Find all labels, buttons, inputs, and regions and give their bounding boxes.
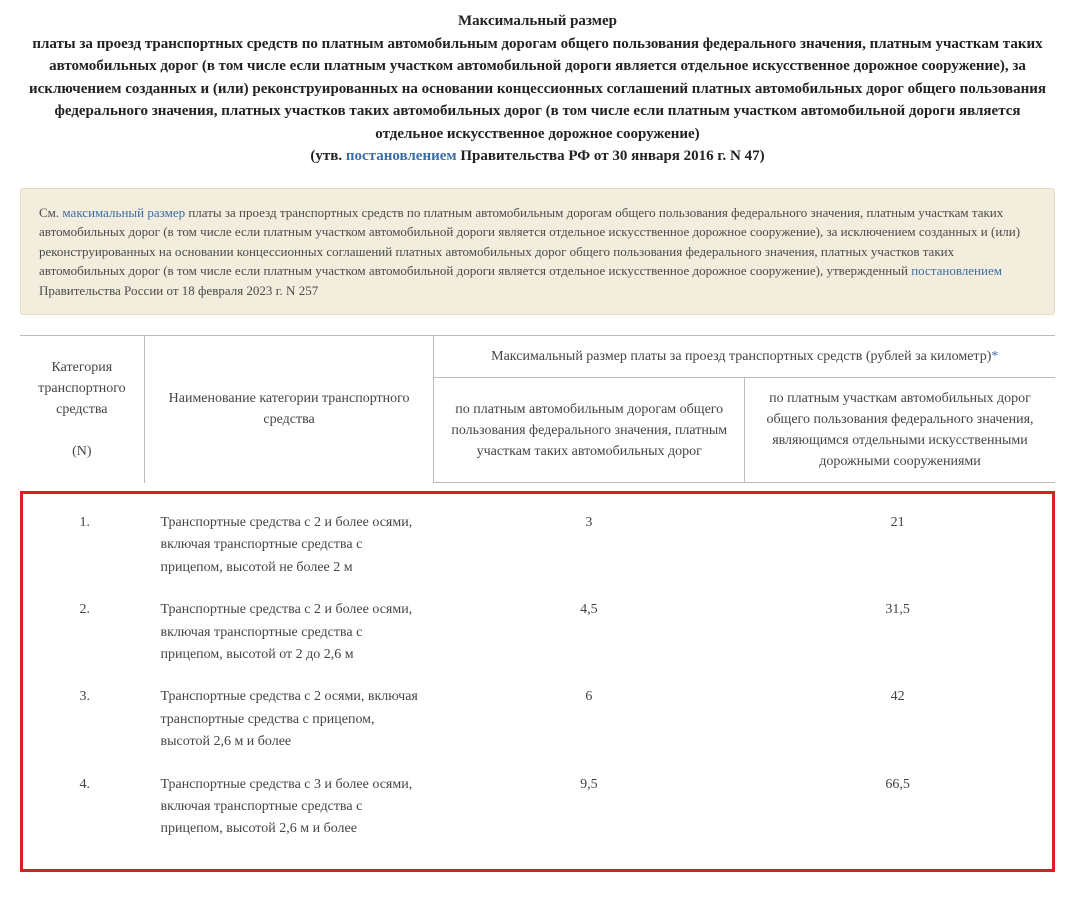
header-category-name: Наименование категории транспортного сре… xyxy=(144,336,434,483)
cell-name: Транспортные средства с 2 и более осями,… xyxy=(146,502,434,589)
table-row: 1. Транспортные средства с 2 и более ося… xyxy=(23,502,1052,589)
cell-n: 4. xyxy=(23,764,146,851)
decree-2023-link[interactable]: постановлением xyxy=(911,263,1002,278)
cell-name: Транспортные средства с 2 и более осями,… xyxy=(146,589,434,676)
highlighted-data-box: 1. Транспортные средства с 2 и более ося… xyxy=(20,491,1055,872)
cell-n: 1. xyxy=(23,502,146,589)
header-category-n: Категория транспортного средства (N) xyxy=(20,336,144,483)
table-row: 2. Транспортные средства с 2 и более ося… xyxy=(23,589,1052,676)
cell-name: Транспортные средства с 3 и более осями,… xyxy=(146,764,434,851)
cell-v1: 4,5 xyxy=(435,589,744,676)
table-row: 3. Транспортные средства с 2 осями, вклю… xyxy=(23,676,1052,763)
cell-v1: 6 xyxy=(435,676,744,763)
header-sub2: по платным участкам автомобильных дорог … xyxy=(744,378,1055,483)
cell-v2: 21 xyxy=(743,502,1052,589)
decree-link[interactable]: постановлением xyxy=(346,148,457,164)
cell-v2: 42 xyxy=(743,676,1052,763)
tariff-table: Категория транспортного средства (N) Наи… xyxy=(20,335,1055,483)
cell-v1: 3 xyxy=(435,502,744,589)
cell-n: 3. xyxy=(23,676,146,763)
cell-v1: 9,5 xyxy=(435,764,744,851)
footnote-star[interactable]: * xyxy=(991,349,998,364)
max-size-link[interactable]: максимальный размер xyxy=(62,205,185,220)
title-line3: (утв. постановлением Правительства РФ от… xyxy=(20,145,1055,168)
cell-v2: 31,5 xyxy=(743,589,1052,676)
cell-n: 2. xyxy=(23,589,146,676)
table-row: 4. Транспортные средства с 3 и более ося… xyxy=(23,764,1052,851)
reference-note: См. максимальный размер платы за проезд … xyxy=(20,188,1055,316)
title-line2: платы за проезд транспортных средств по … xyxy=(20,33,1055,146)
cell-v2: 66,5 xyxy=(743,764,1052,851)
tariff-table-body: 1. Транспортные средства с 2 и более ося… xyxy=(23,502,1052,851)
cell-name: Транспортные средства с 2 осями, включая… xyxy=(146,676,434,763)
document-title: Максимальный размер платы за проезд тран… xyxy=(20,10,1055,168)
header-max-payment: Максимальный размер платы за проезд тран… xyxy=(434,336,1055,378)
header-sub1: по платным автомобильным дорогам общего … xyxy=(434,378,745,483)
title-line1: Максимальный размер xyxy=(20,10,1055,33)
